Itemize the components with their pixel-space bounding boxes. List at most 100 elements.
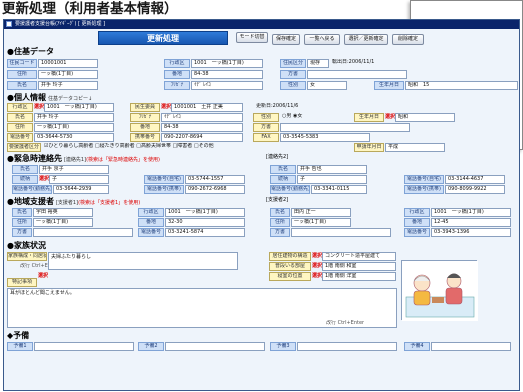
reserve4-field[interactable] [431,342,511,351]
e1-tel-home-field[interactable]: 03-5744-1557 [185,175,245,184]
address-label: 住所 [7,70,37,79]
kana-label: ﾌﾘｶﾞﾅ [164,81,190,90]
e2-rel-field[interactable]: 子 [297,175,367,184]
address-field[interactable]: 一ッ橋(1丁目) [38,70,98,79]
reserve2-field[interactable] [165,342,265,351]
katagaki-label: 方書 [280,70,306,79]
s1-addr-label: 住所 [12,218,32,227]
sex-field[interactable]: 女 [307,81,347,90]
p-sex-radio[interactable]: ○男 ◉女 [280,113,330,122]
select-tag[interactable]: 選択 [161,103,171,111]
apply-label: 申請年月日 [354,143,384,152]
s2-name-field[interactable]: 田内 正一 [291,208,351,217]
e1-tel-work-field[interactable]: 03-3644-2939 [53,185,109,194]
p-mobile-field[interactable]: 090-2207-8694 [161,133,243,142]
s2-gyosei-field[interactable]: 1001 一ッ橋(1丁目) [431,208,511,217]
kana-field[interactable]: ｲﾃﾞ ﾚｲｺ [191,81,263,90]
s1-gyosei-label: 行政区 [138,208,164,217]
p-sex-label: 性別 [253,113,279,122]
resident-code-field[interactable]: 10001001 [38,59,98,68]
section-emergency: ●緊急時連絡先 [連絡先1](検索は「緊急時連絡先」を使用) [7,154,160,163]
p-fax-field[interactable]: 03-3545-5383 [280,133,370,142]
e1-tel-mobile-field[interactable]: 090-2672-6968 [185,185,245,194]
e2-tel-home-field[interactable]: 03-3144-4637 [445,175,505,184]
birth-field[interactable]: 昭和 15 [405,81,518,90]
s2-banchi-field[interactable]: 12-45 [431,218,511,227]
s2-addr-field[interactable]: 一ッ橋(1丁目) [291,218,351,227]
p-tel-field[interactable]: 03-3644-5730 [34,133,114,142]
house-label: 居住建物の構造 [269,252,311,261]
e1-tel-work-label: 電話番号(勤務先) [12,185,52,194]
window-title: 要援護者支援台帳(ｱｲｷﾞｰｸﾞ) [ 更新処理 ] [15,21,106,27]
select-tag[interactable]: 選択 [312,262,322,270]
copy-resident-link[interactable]: 住基データコピー↓ [48,96,92,102]
banchi-field[interactable]: 84-38 [191,70,263,79]
resident-status-field[interactable]: 現存 [307,59,329,68]
select-tag[interactable]: 選択 [34,103,44,111]
e2-tel-mobile-field[interactable]: 090-8099-9922 [445,185,505,194]
p-banchi-field[interactable]: 84-38 [161,123,243,132]
ctrl-enter-hint: 改行 Ctrl+Enter [20,263,48,269]
reserve3-field[interactable] [297,342,397,351]
s1-tel-field[interactable]: 03-3241-5874 [165,228,245,237]
p-banchi-label: 番地 [130,123,160,132]
s1-addr-field[interactable]: 一ッ橋(1丁目) [33,218,93,227]
p-gyosei-label: 行政区 [7,103,33,112]
select-tag[interactable]: 選択 [385,113,395,121]
s1-banchi-field[interactable]: 32-30 [165,218,245,227]
p-katagaki-field[interactable] [280,123,410,132]
s2-katagaki-field[interactable] [291,228,391,237]
p-gyosei-field[interactable]: 1001 一ッ橋(1丁目) [44,103,114,112]
e2-rel-label: 続柄 [270,175,296,184]
katagaki-field[interactable] [307,70,407,79]
e1-rel-label: 続柄 [12,175,38,184]
gyosei-field[interactable]: 1001 一ッ橋(1丁目) [191,59,263,68]
save-button[interactable]: 保存確定 [272,34,300,45]
p-kana-field[interactable]: ｲﾃﾞ ﾚｲｺ [161,113,243,122]
back-to-list-button[interactable]: 一覧へ戻る [304,34,340,45]
resident-code-label: 住民コード [7,59,37,68]
house-field[interactable]: コンクリート造平屋建て [322,252,396,261]
s1-banchi-label: 番地 [138,218,164,227]
family-struct-memo[interactable]: 夫婦ふたり暮らし [48,252,238,270]
reserve4-label: 予備4 [404,342,430,351]
mode-title: 更新処理 [98,31,228,45]
transfer-date: 転出日:2006/11/1 [332,59,375,65]
p-birth-field[interactable]: 昭和 [395,113,455,122]
p-katagaki-label: 方書 [253,123,279,132]
bed-field[interactable]: 1階 南側 洋室 [322,272,396,281]
s1-name-label: 氏名 [12,208,32,217]
name-field[interactable]: 井手 玲子 [38,81,98,90]
e2-tel-mobile-label: 電話番号(携帯) [404,185,444,194]
e2-tel-work-field[interactable]: 03-3341-0115 [311,185,367,194]
e2-name-field[interactable]: 井手 哲也 [297,165,367,174]
e2-tel-work-label: 電話番号(勤務先) [270,185,310,194]
reserve1-label: 予備1 [7,342,33,351]
select-tag[interactable]: 選択 [312,272,322,280]
p-name-field[interactable]: 井手 玲子 [34,113,114,122]
select-tag[interactable]: 選択 [38,272,48,280]
p-addr-field[interactable]: 一ッ橋(1丁目) [34,123,114,132]
s1-katagaki-field[interactable] [33,228,133,237]
s2-addr-label: 住所 [270,218,290,227]
emergency-note: (検索は「緊急時連絡先」を使用) [86,157,160,163]
birth-label: 生年月日 [374,81,404,90]
room-field[interactable]: 1階 南側 和室 [322,262,396,271]
s2-tel-field[interactable]: 03-3943-1396 [431,228,511,237]
delete-button[interactable]: 削除確定 [392,34,424,45]
s1-name-field[interactable]: 宇田 裕英 [33,208,93,217]
apply-field[interactable]: 平成 [385,143,445,152]
e1-name-field[interactable]: 井手 京子 [39,165,109,174]
e1-tel-home-label: 電話番号(自宅) [144,175,184,184]
minsei-field[interactable]: 1001001 土井 正美 [171,103,243,112]
kind-checkboxes[interactable]: ☑ひとり暮らし高齢者 □寝たきり高齢者 □高齢夫婦世帯 □障害者 □その他 [42,143,322,152]
mode-switch-button[interactable]: モード切替 [236,32,268,43]
e1-rel-field[interactable]: 子 [49,175,109,184]
select-update-button[interactable]: 選択／更新確定 [344,34,388,45]
s1-gyosei-field[interactable]: 1001 一ッ橋(1丁目) [165,208,245,217]
reserve1-field[interactable] [34,342,134,351]
select-tag[interactable]: 選択 [312,252,322,260]
select-tag[interactable]: 選択 [39,175,49,183]
s2-banchi-label: 番地 [404,218,430,227]
banchi-label: 番地 [164,70,190,79]
